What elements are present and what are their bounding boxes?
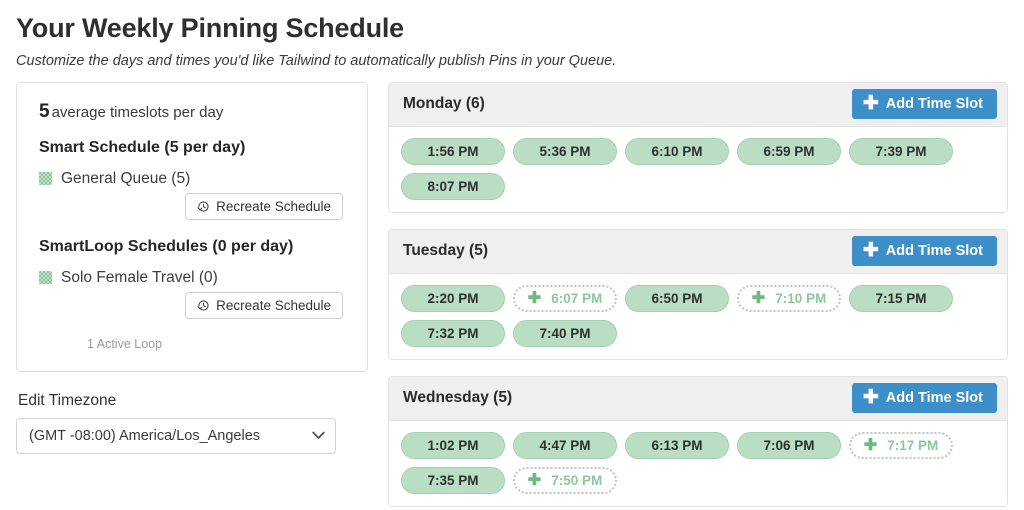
time-slot-label: 6:10 PM: [651, 143, 703, 159]
time-slot[interactable]: 7:35 PM: [401, 466, 505, 494]
time-slot-label: 7:35 PM: [427, 472, 479, 488]
suggested-time-slot[interactable]: ✚ 6:07 PM: [513, 284, 617, 312]
timezone-select[interactable]: (GMT -08:00) America/Los_Angeles: [16, 417, 336, 454]
general-queue-label: General Queue (5): [61, 169, 191, 187]
recreate-schedule-label-1: Recreate Schedule: [216, 198, 331, 214]
timezone-select-wrap: (GMT -08:00) America/Los_Angeles: [16, 417, 336, 454]
day-card-header: Monday (6) ✚ Add Time Slot: [389, 82, 1007, 127]
suggested-time-slot[interactable]: ✚ 7:10 PM: [737, 284, 841, 312]
day-card-header: Tuesday (5) ✚ Add Time Slot: [389, 229, 1007, 274]
smart-schedule-heading: Smart Schedule (5 per day): [39, 138, 246, 156]
time-slot-label: 8:07 PM: [427, 178, 479, 194]
plus-icon: ✚: [527, 289, 542, 307]
schedule-summary-column: 5 average timeslots per day Smart Schedul…: [16, 81, 368, 454]
time-slot[interactable]: 7:40 PM: [513, 319, 617, 347]
plus-icon: ✚: [527, 471, 542, 489]
add-time-slot-button[interactable]: ✚ Add Time Slot: [851, 89, 997, 120]
time-slot-label: 7:15 PM: [875, 290, 927, 306]
time-slot[interactable]: 1:02 PM: [401, 431, 505, 459]
plus-icon: ✚: [862, 93, 879, 115]
add-time-slot-button[interactable]: ✚ Add Time Slot: [851, 383, 997, 414]
smartloop-item-label: Solo Female Travel (0): [61, 268, 218, 286]
time-slot-list: 1:56 PM 5:36 PM 6:10 PM 6:59 PM 7:39 PM 8:07 …: [389, 127, 1007, 212]
time-slot[interactable]: 6:13 PM: [625, 431, 729, 459]
time-slot[interactable]: 5:36 PM: [513, 137, 617, 165]
time-slot-label: 4:47 PM: [539, 437, 591, 453]
plus-icon: ✚: [862, 387, 879, 409]
smartloop-schedules-heading: SmartLoop Schedules (0 per day): [39, 237, 294, 255]
suggested-time-slot[interactable]: ✚ 7:17 PM: [849, 431, 953, 459]
time-slot[interactable]: 7:32 PM: [401, 319, 505, 347]
time-slot-label: 7:17 PM: [887, 437, 939, 453]
day-card-header: Wednesday (5) ✚ Add Time Slot: [389, 376, 1007, 421]
queue-color-swatch-icon: [39, 172, 52, 186]
schedule-summary-card: 5 average timeslots per day Smart Schedul…: [16, 81, 368, 372]
time-slot[interactable]: 2:20 PM: [401, 284, 505, 312]
time-slot-label: 6:13 PM: [651, 437, 703, 453]
time-slot-label: 6:50 PM: [651, 290, 703, 306]
time-slot-list: 2:20 PM ✚ 6:07 PM 6:50 PM ✚ 7:10 PM 7:15 PM 7:3…: [389, 274, 1007, 359]
recreate-schedule-row-1: Recreate Schedule: [39, 192, 343, 220]
recreate-schedule-label-2: Recreate Schedule: [216, 297, 331, 313]
plus-icon: ✚: [751, 289, 766, 307]
active-loops-count: 1 Active Loop: [87, 336, 163, 351]
average-timeslots-count: 5: [39, 100, 50, 122]
plus-icon: ✚: [862, 240, 879, 262]
time-slot-label: 7:32 PM: [427, 325, 479, 341]
time-slot[interactable]: 7:39 PM: [849, 137, 953, 165]
edit-timezone-label: Edit Timezone: [18, 391, 117, 409]
time-slot[interactable]: 7:15 PM: [849, 284, 953, 312]
time-slot-label: 7:06 PM: [763, 437, 815, 453]
time-slot-list: 1:02 PM 4:47 PM 6:13 PM 7:06 PM ✚ 7:17 PM 7:35…: [389, 421, 1007, 506]
time-slot[interactable]: 6:50 PM: [625, 284, 729, 312]
history-clock-icon: [197, 299, 210, 312]
add-time-slot-label: Add Time Slot: [885, 390, 983, 407]
recreate-schedule-button-smartloop[interactable]: Recreate Schedule: [185, 291, 343, 319]
time-slot[interactable]: 6:59 PM: [737, 137, 841, 165]
add-time-slot-label: Add Time Slot: [885, 243, 983, 260]
day-card: Tuesday (5) ✚ Add Time Slot 2:20 PM ✚ 6:07 PM…: [388, 228, 1008, 360]
day-title: Monday (6): [403, 95, 485, 113]
history-clock-icon: [197, 200, 210, 213]
time-slot-label: 6:59 PM: [763, 143, 815, 159]
time-slot[interactable]: 4:47 PM: [513, 431, 617, 459]
general-queue-row: General Queue (5): [39, 170, 345, 188]
average-timeslots-line: 5 average timeslots per day: [39, 101, 345, 123]
time-slot[interactable]: 6:10 PM: [625, 137, 729, 165]
day-title: Wednesday (5): [403, 389, 513, 407]
time-slot-label: 7:50 PM: [551, 472, 603, 488]
page-subtitle: Customize the days and times you'd like …: [16, 52, 617, 69]
page-title: Your Weekly Pinning Schedule: [16, 13, 404, 43]
suggested-time-slot[interactable]: ✚ 7:50 PM: [513, 466, 617, 494]
plus-icon: ✚: [863, 436, 878, 454]
time-slot-label: 1:56 PM: [427, 143, 479, 159]
time-slot-label: 6:07 PM: [551, 290, 603, 306]
day-schedule-column: Monday (6) ✚ Add Time Slot 1:56 PM 5:36 PM 6:…: [388, 81, 1008, 510]
time-slot-label: 7:40 PM: [539, 325, 591, 341]
time-slot-label: 5:36 PM: [539, 143, 591, 159]
smartloop-color-swatch-icon: [39, 271, 52, 285]
body-columns: 5 average timeslots per day Smart Schedul…: [16, 81, 1008, 510]
day-card: Monday (6) ✚ Add Time Slot 1:56 PM 5:36 PM 6:…: [388, 81, 1008, 213]
add-time-slot-button[interactable]: ✚ Add Time Slot: [851, 236, 997, 267]
time-slot-label: 7:39 PM: [875, 143, 927, 159]
weekly-pinning-schedule-page: Your Weekly Pinning Schedule Customize t…: [0, 0, 1024, 510]
time-slot-label: 2:20 PM: [427, 290, 479, 306]
day-title: Tuesday (5): [403, 242, 488, 260]
smartloop-item-row: Solo Female Travel (0): [39, 269, 345, 287]
time-slot-label: 7:10 PM: [775, 290, 827, 306]
average-timeslots-text: average timeslots per day: [51, 103, 224, 121]
time-slot-label: 1:02 PM: [427, 437, 479, 453]
recreate-schedule-button-general-queue[interactable]: Recreate Schedule: [185, 192, 343, 220]
add-time-slot-label: Add Time Slot: [885, 96, 983, 113]
day-cards-list: Monday (6) ✚ Add Time Slot 1:56 PM 5:36 PM 6:…: [388, 81, 1008, 507]
time-slot[interactable]: 8:07 PM: [401, 172, 505, 200]
day-card: Wednesday (5) ✚ Add Time Slot 1:02 PM 4:47 P…: [388, 375, 1008, 507]
time-slot[interactable]: 7:06 PM: [737, 431, 841, 459]
recreate-schedule-row-2: Recreate Schedule: [39, 291, 343, 319]
time-slot[interactable]: 1:56 PM: [401, 137, 505, 165]
